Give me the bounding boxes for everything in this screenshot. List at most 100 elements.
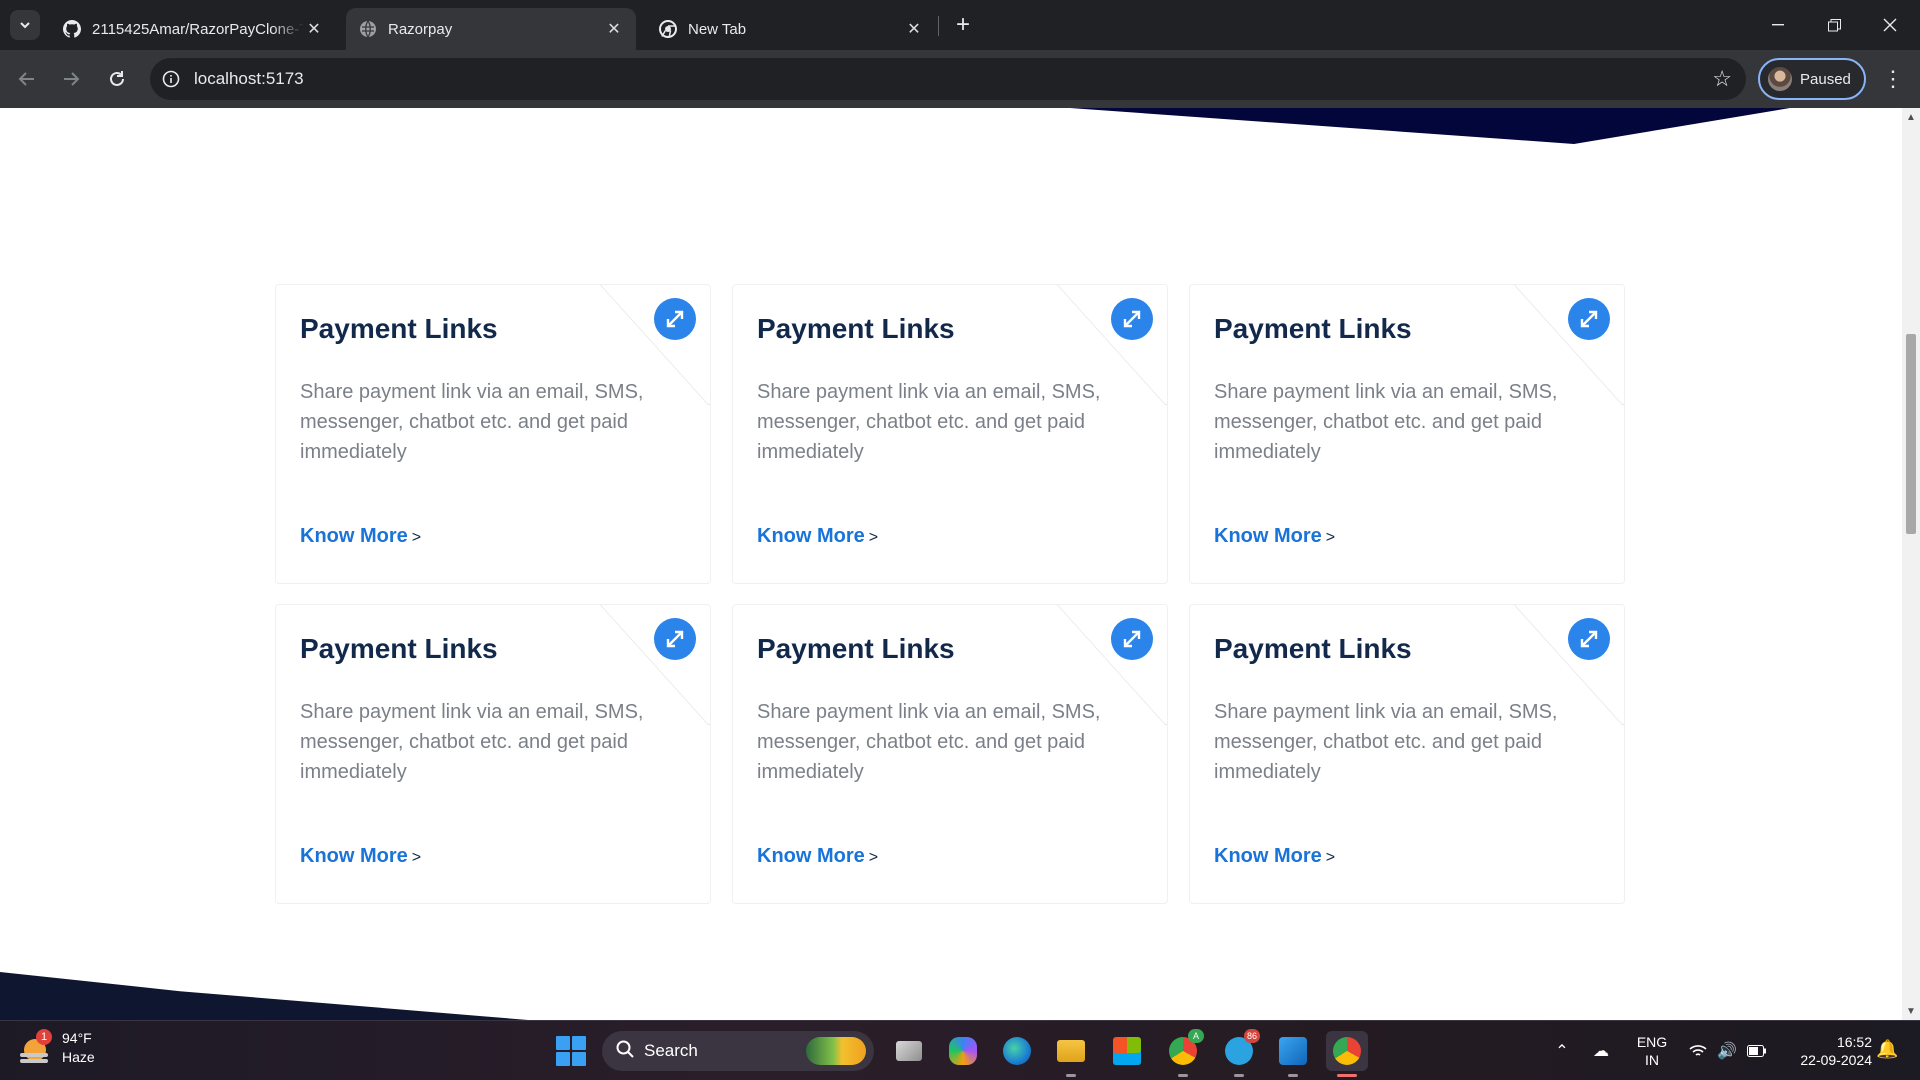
bookmark-star-icon[interactable]: ☆ bbox=[1712, 66, 1732, 92]
weather-condition: Haze bbox=[62, 1049, 95, 1065]
notification-bell-icon[interactable]: 🔔 bbox=[1876, 1039, 1898, 1063]
product-card: Payment Links Share payment link via an e… bbox=[732, 284, 1168, 584]
know-more-link[interactable]: Know More > bbox=[300, 525, 421, 548]
product-card: Payment Links Share payment link via an e… bbox=[1189, 604, 1625, 904]
task-view-icon[interactable] bbox=[888, 1031, 930, 1071]
card-description: Share payment link via an email, SMS, me… bbox=[300, 701, 644, 783]
chevron-right-icon: > bbox=[868, 849, 879, 866]
know-more-link[interactable]: Know More > bbox=[757, 845, 878, 868]
profile-button[interactable]: Paused bbox=[1758, 58, 1866, 100]
volume-icon[interactable]: 🔊 bbox=[1714, 1021, 1740, 1080]
chevron-right-icon: > bbox=[411, 529, 422, 546]
search-label: Search bbox=[644, 1041, 698, 1060]
clock-date: 22-09-2024 bbox=[1800, 1052, 1872, 1068]
chrome-profile-badge: A bbox=[1188, 1029, 1204, 1043]
product-card: Payment Links Share payment link via an e… bbox=[732, 604, 1168, 904]
tab-title: 2115425Amar/RazorPayClone-T bbox=[92, 20, 304, 38]
github-icon bbox=[62, 19, 82, 39]
product-card: Payment Links Share payment link via an e… bbox=[275, 284, 711, 584]
vscode-icon[interactable] bbox=[1272, 1031, 1314, 1077]
card-title: Payment Links bbox=[757, 313, 955, 344]
clock-time: 16:52 bbox=[1836, 1034, 1872, 1050]
know-more-link[interactable]: Know More > bbox=[757, 525, 878, 548]
page-scrollbar[interactable]: ▲ ▼ bbox=[1902, 108, 1920, 1020]
address-bar[interactable]: localhost:5173 ☆ bbox=[150, 58, 1746, 100]
tab-search-button[interactable] bbox=[10, 10, 40, 40]
know-more-link[interactable]: Know More > bbox=[300, 845, 421, 868]
show-hidden-icons-chevron-icon[interactable]: ⌃ bbox=[1548, 1021, 1576, 1080]
scrollbar-thumb[interactable] bbox=[1906, 334, 1916, 534]
know-more-label: Know More bbox=[300, 525, 408, 547]
know-more-link[interactable]: Know More > bbox=[1214, 525, 1335, 548]
telegram-icon[interactable]: 86 bbox=[1218, 1029, 1260, 1077]
close-tab-icon[interactable]: ✕ bbox=[604, 19, 624, 39]
tab-separator bbox=[938, 16, 939, 36]
restore-icon[interactable] bbox=[1806, 0, 1862, 50]
card-description: Share payment link via an email, SMS, me… bbox=[300, 381, 644, 463]
know-more-label: Know More bbox=[757, 845, 865, 867]
chrome-profile-icon[interactable]: A bbox=[1162, 1029, 1204, 1077]
scroll-up-arrow-icon[interactable]: ▲ bbox=[1902, 108, 1920, 126]
edge-icon[interactable] bbox=[996, 1031, 1038, 1071]
card-title: Payment Links bbox=[757, 633, 955, 664]
know-more-link[interactable]: Know More > bbox=[1214, 845, 1335, 868]
region-code: IN bbox=[1645, 1052, 1659, 1068]
browser-toolbar: localhost:5173 ☆ Paused ⋮ bbox=[0, 50, 1920, 108]
input-language[interactable]: ENG IN bbox=[1632, 1033, 1672, 1069]
minimize-icon[interactable] bbox=[1750, 0, 1806, 50]
close-tab-icon[interactable]: ✕ bbox=[904, 19, 924, 39]
wifi-icon[interactable] bbox=[1684, 1021, 1712, 1080]
more-menu-icon[interactable]: ⋮ bbox=[1880, 64, 1906, 94]
product-card: Payment Links Share payment link via an e… bbox=[275, 604, 711, 904]
reload-icon[interactable] bbox=[102, 64, 132, 94]
card-description: Share payment link via an email, SMS, me… bbox=[757, 381, 1101, 463]
card-description: Share payment link via an email, SMS, me… bbox=[1214, 701, 1558, 783]
link-arrows-icon bbox=[1568, 298, 1610, 340]
close-window-icon[interactable] bbox=[1862, 0, 1918, 50]
close-tab-icon[interactable]: ✕ bbox=[304, 19, 324, 39]
file-explorer-icon[interactable] bbox=[1050, 1031, 1092, 1077]
chevron-right-icon: > bbox=[868, 529, 879, 546]
browser-tab-razorpay[interactable]: Razorpay ✕ bbox=[346, 8, 636, 50]
browser-tab-github[interactable]: 2115425Amar/RazorPayClone-T ✕ bbox=[50, 8, 336, 50]
battery-icon[interactable] bbox=[1742, 1021, 1772, 1080]
link-arrows-icon bbox=[1111, 618, 1153, 660]
product-cards-grid: Payment Links Share payment link via an e… bbox=[275, 284, 1625, 904]
weather-haze-icon: 1 bbox=[20, 1029, 52, 1063]
card-title: Payment Links bbox=[300, 633, 498, 664]
copilot-icon[interactable] bbox=[942, 1031, 984, 1071]
card-title: Payment Links bbox=[1214, 633, 1412, 664]
forward-arrow-icon[interactable] bbox=[56, 64, 86, 94]
tab-title: New Tab bbox=[688, 20, 747, 38]
page-viewport: Payment Links Share payment link via an e… bbox=[0, 108, 1902, 1020]
globe-icon bbox=[358, 19, 378, 39]
profile-status-label: Paused bbox=[1800, 70, 1851, 88]
site-info-icon[interactable] bbox=[150, 58, 192, 100]
browser-tab-new-tab[interactable]: New Tab ✕ bbox=[646, 8, 936, 50]
chrome-active-icon[interactable] bbox=[1326, 1031, 1368, 1077]
know-more-label: Know More bbox=[1214, 525, 1322, 547]
back-arrow-icon[interactable] bbox=[12, 64, 42, 94]
card-title: Payment Links bbox=[300, 313, 498, 344]
microsoft-store-icon[interactable] bbox=[1106, 1031, 1148, 1071]
search-highlight-icon bbox=[806, 1037, 866, 1065]
card-description: Share payment link via an email, SMS, me… bbox=[757, 701, 1101, 783]
windows-taskbar: 1 94°F Haze Search A 86 ⌃ ☁ ENG IN 🔊 16:… bbox=[0, 1020, 1920, 1080]
taskbar-search[interactable]: Search bbox=[602, 1031, 874, 1071]
card-description: Share payment link via an email, SMS, me… bbox=[1214, 381, 1558, 463]
windows-start-icon[interactable] bbox=[556, 1036, 586, 1066]
system-clock[interactable]: 16:52 22-09-2024 bbox=[1782, 1033, 1872, 1069]
onedrive-cloud-icon[interactable]: ☁ bbox=[1586, 1021, 1616, 1080]
language-code: ENG bbox=[1636, 1034, 1668, 1050]
chevron-right-icon: > bbox=[1325, 849, 1336, 866]
know-more-label: Know More bbox=[300, 845, 408, 867]
avatar bbox=[1768, 67, 1792, 91]
scroll-down-arrow-icon[interactable]: ▼ bbox=[1902, 1002, 1920, 1020]
new-tab-button[interactable]: + bbox=[948, 10, 978, 40]
tab-title: Razorpay bbox=[388, 20, 453, 38]
product-card: Payment Links Share payment link via an e… bbox=[1189, 284, 1625, 584]
link-arrows-icon bbox=[1111, 298, 1153, 340]
weather-badge: 1 bbox=[36, 1029, 52, 1045]
search-icon bbox=[616, 1040, 634, 1063]
weather-widget[interactable]: 1 94°F Haze bbox=[20, 1029, 95, 1067]
